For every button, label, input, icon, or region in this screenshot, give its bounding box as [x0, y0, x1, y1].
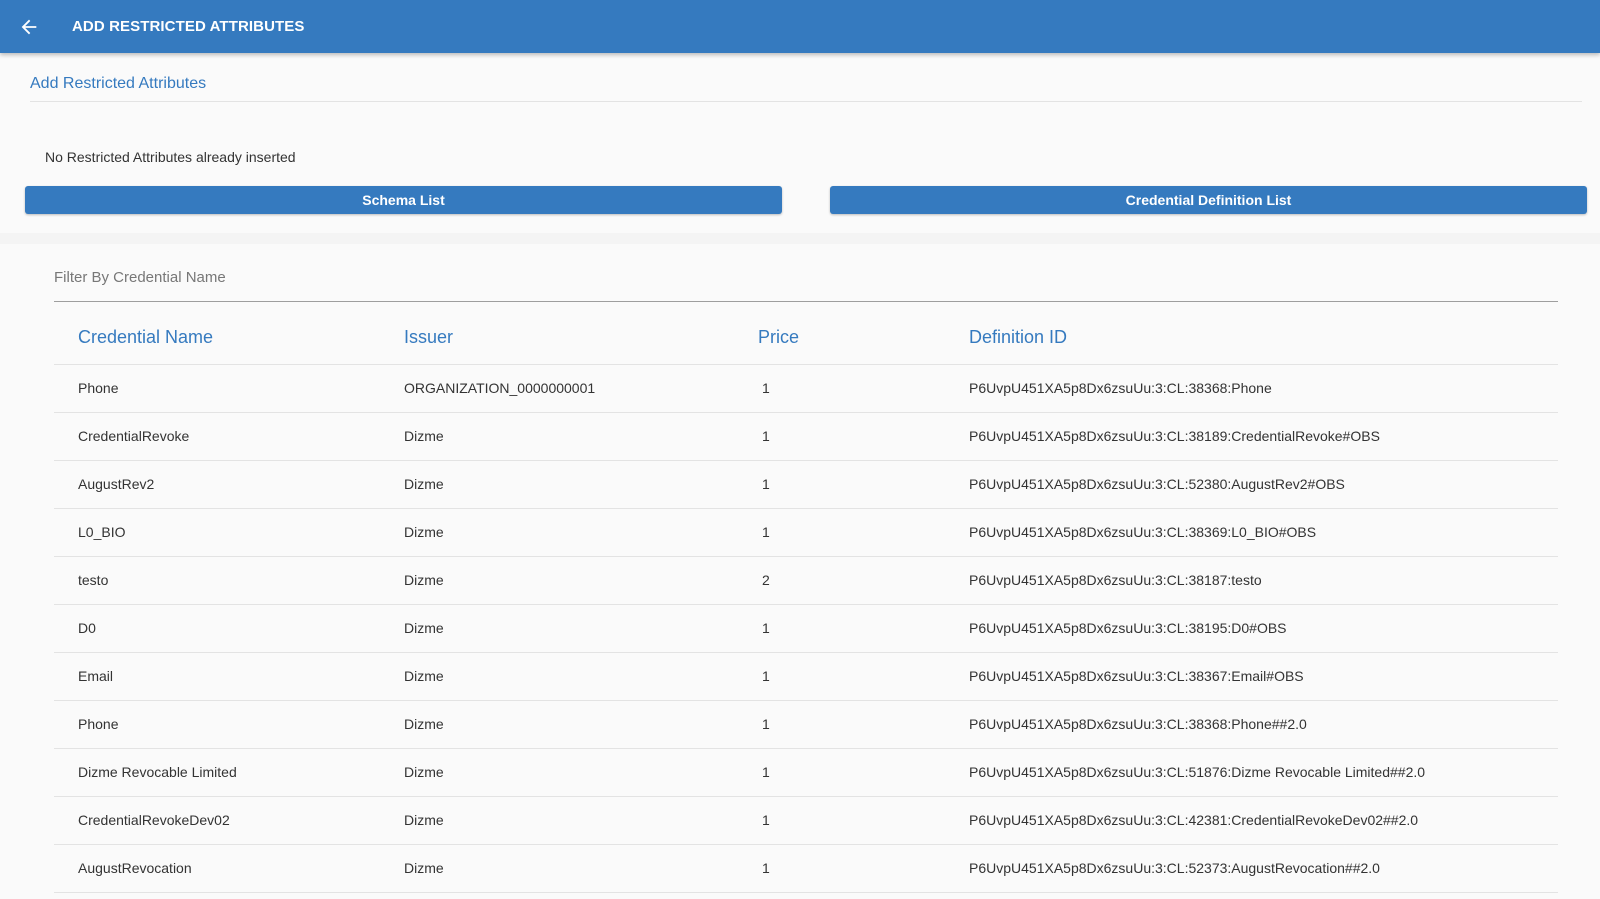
- cell-issuer: Dizme: [404, 700, 758, 749]
- table-row[interactable]: Email Dizme 1 P6UvpU451XA5p8Dx6zsuUu:3:CL:3…: [54, 652, 1558, 701]
- cell-credential-name: Dizme Revocable Limited: [54, 748, 404, 797]
- cell-price: 1: [758, 604, 969, 653]
- filter-input[interactable]: [54, 262, 1558, 301]
- app-header: ADD RESTRICTED ATTRIBUTES: [0, 0, 1600, 53]
- cell-price: 2: [758, 556, 969, 605]
- cell-price: 1: [758, 412, 969, 461]
- credential-table: Credential Name Issuer Price Definition …: [54, 312, 1558, 893]
- credential-definition-list-button[interactable]: Credential Definition List: [830, 186, 1587, 214]
- cell-credential-name: AugustRev2: [54, 460, 404, 509]
- table-row[interactable]: AugustRev2 Dizme 1 P6UvpU451XA5p8Dx6zsuUu:3…: [54, 460, 1558, 509]
- cell-definition-id: P6UvpU451XA5p8Dx6zsuUu:3:CL:38368:Phone#…: [969, 700, 1558, 749]
- cell-credential-name: Email: [54, 652, 404, 701]
- table-row[interactable]: testo Dizme 2 P6UvpU451XA5p8Dx6zsuUu:3:CL:3…: [54, 556, 1558, 605]
- cell-definition-id: P6UvpU451XA5p8Dx6zsuUu:3:CL:38367:Email#…: [969, 652, 1558, 701]
- cell-credential-name: D0: [54, 604, 404, 653]
- column-header-credential-name[interactable]: Credential Name: [54, 312, 404, 365]
- table-row[interactable]: CredentialRevokeDev02 Dizme 1 P6UvpU451XA5p…: [54, 796, 1558, 845]
- cell-issuer: Dizme: [404, 556, 758, 605]
- empty-message: No Restricted Attributes already inserte…: [45, 149, 296, 165]
- column-header-definition-id[interactable]: Definition ID: [969, 312, 1558, 365]
- cell-credential-name: Phone: [54, 700, 404, 749]
- column-header-price[interactable]: Price: [758, 312, 969, 365]
- filter-field: [54, 262, 1558, 302]
- cell-credential-name: testo: [54, 556, 404, 605]
- table-row[interactable]: CredentialRevoke Dizme 1 P6UvpU451XA5p8Dx6z…: [54, 412, 1558, 461]
- cell-definition-id: P6UvpU451XA5p8Dx6zsuUu:3:CL:51876:Dizme …: [969, 748, 1558, 797]
- schema-list-button[interactable]: Schema List: [25, 186, 782, 214]
- cell-issuer: ORGANIZATION_0000000001: [404, 364, 758, 413]
- cell-issuer: Dizme: [404, 412, 758, 461]
- table-row[interactable]: L0_BIO Dizme 1 P6UvpU451XA5p8Dx6zsuUu:3:CL:…: [54, 508, 1558, 557]
- restricted-attributes-card: Add Restricted Attributes No Restricted …: [0, 53, 1600, 233]
- table-row[interactable]: Phone ORGANIZATION_0000000001 1 P6UvpU451XA…: [54, 364, 1558, 413]
- cell-definition-id: P6UvpU451XA5p8Dx6zsuUu:3:CL:52380:August…: [969, 460, 1558, 509]
- page-title: ADD RESTRICTED ATTRIBUTES: [72, 18, 305, 35]
- cell-definition-id: P6UvpU451XA5p8Dx6zsuUu:3:CL:52373:August…: [969, 844, 1558, 893]
- cell-credential-name: CredentialRevoke: [54, 412, 404, 461]
- cell-definition-id: P6UvpU451XA5p8Dx6zsuUu:3:CL:38189:Creden…: [969, 412, 1558, 461]
- cell-issuer: Dizme: [404, 796, 758, 845]
- cell-issuer: Dizme: [404, 844, 758, 893]
- cell-credential-name: Phone: [54, 364, 404, 413]
- cell-price: 1: [758, 460, 969, 509]
- cell-price: 1: [758, 652, 969, 701]
- cell-issuer: Dizme: [404, 604, 758, 653]
- cell-price: 1: [758, 508, 969, 557]
- section-title: Add Restricted Attributes: [30, 75, 207, 92]
- table-header-row: Credential Name Issuer Price Definition …: [54, 312, 1558, 365]
- cell-issuer: Dizme: [404, 460, 758, 509]
- cell-price: 1: [758, 700, 969, 749]
- cell-definition-id: P6UvpU451XA5p8Dx6zsuUu:3:CL:42381:Creden…: [969, 796, 1558, 845]
- back-button[interactable]: [0, 0, 58, 53]
- arrow-left-icon: [21, 19, 37, 34]
- cell-price: 1: [758, 796, 969, 845]
- cell-credential-name: AugustRevocation: [54, 844, 404, 893]
- cell-credential-name: CredentialRevokeDev02: [54, 796, 404, 845]
- cell-definition-id: P6UvpU451XA5p8Dx6zsuUu:3:CL:38368:Phone: [969, 364, 1558, 413]
- cell-price: 1: [758, 844, 969, 893]
- cell-issuer: Dizme: [404, 508, 758, 557]
- table-row[interactable]: Dizme Revocable Limited Dizme 1 P6UvpU451XA…: [54, 748, 1558, 797]
- table-row[interactable]: AugustRevocation Dizme 1 P6UvpU451XA5p8Dx6z…: [54, 844, 1558, 893]
- credential-table-card: Credential Name Issuer Price Definition …: [0, 244, 1600, 899]
- cell-issuer: Dizme: [404, 748, 758, 797]
- section-divider: [30, 101, 1582, 102]
- cell-issuer: Dizme: [404, 652, 758, 701]
- cell-credential-name: L0_BIO: [54, 508, 404, 557]
- column-header-issuer[interactable]: Issuer: [404, 312, 758, 365]
- table-row[interactable]: D0 Dizme 1 P6UvpU451XA5p8Dx6zsuUu:3:CL:3819…: [54, 604, 1558, 653]
- cell-price: 1: [758, 364, 969, 413]
- table-body: Phone ORGANIZATION_0000000001 1 P6UvpU451XA…: [54, 364, 1558, 893]
- cell-definition-id: P6UvpU451XA5p8Dx6zsuUu:3:CL:38195:D0#OBS: [969, 604, 1558, 653]
- cell-definition-id: P6UvpU451XA5p8Dx6zsuUu:3:CL:38187:testo: [969, 556, 1558, 605]
- table-row[interactable]: Phone Dizme 1 P6UvpU451XA5p8Dx6zsuUu:3:CL:3…: [54, 700, 1558, 749]
- cell-definition-id: P6UvpU451XA5p8Dx6zsuUu:3:CL:38369:L0_BIO…: [969, 508, 1558, 557]
- cell-price: 1: [758, 748, 969, 797]
